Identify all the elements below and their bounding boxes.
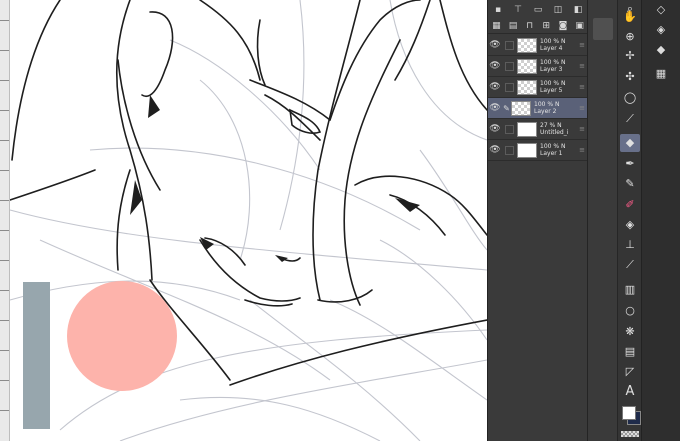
eye-icon[interactable]: 👁	[488, 124, 502, 134]
layer-name: Layer 2	[534, 108, 557, 115]
layer-name: Layer 5	[540, 87, 563, 94]
eyedropper-icon[interactable]: ⟋	[620, 110, 640, 128]
layer-row[interactable]: 👁 100 % N Layer 3 ≡	[488, 56, 588, 77]
layer-toolbar-bottom: ▦ ▤ ⊓ ⊞ ◙ ▣	[488, 18, 588, 34]
layer-toolbar-top: ▪ ⊤ ▭ ◫ ◧	[488, 2, 588, 17]
layer-row[interactable]: 👁 27 % N Untitled_i ≡	[488, 119, 588, 140]
reference-icon[interactable]: ◫	[554, 5, 563, 14]
vertical-ruler	[0, 0, 10, 441]
mask-icon[interactable]: ◧	[574, 5, 583, 14]
layer-menu-icon[interactable]: ≡	[579, 83, 585, 91]
eye-icon[interactable]: 👁	[488, 82, 502, 92]
transform-icon[interactable]: ✣	[620, 68, 640, 86]
layer-opacity: 100 %	[540, 80, 560, 87]
layer-lock-box[interactable]	[505, 82, 514, 92]
layer-opacity: 27 %	[540, 122, 556, 129]
eye-icon[interactable]: 👁	[488, 145, 502, 155]
layer-menu-icon[interactable]: ≡	[579, 104, 585, 112]
layer-row-active[interactable]: 👁 ✎ 100 % N Layer 2 ≡	[488, 98, 588, 119]
move-layer-icon[interactable]: ⊕	[620, 28, 640, 46]
pen-icon[interactable]: ✒	[620, 155, 640, 173]
eraser-hard-icon[interactable]: ◇	[653, 2, 669, 18]
lasso-icon[interactable]: ◯	[620, 89, 640, 107]
eraser-icon[interactable]: ◆	[620, 134, 640, 152]
layer-opacity: 100 %	[540, 59, 560, 66]
new-folder-icon[interactable]: ▤	[508, 21, 518, 30]
new-layer-icon[interactable]: ▪	[494, 5, 503, 14]
layer-lock-box[interactable]	[505, 40, 514, 50]
layer-row[interactable]: 👁 100 % N Layer 5 ≡	[488, 77, 588, 98]
pencil-icon[interactable]: ⟋	[620, 256, 640, 274]
layer-thumbnail	[517, 142, 537, 158]
navigator-tile[interactable]	[593, 18, 613, 40]
ruler-icon[interactable]: ◸	[620, 363, 640, 381]
transfer-icon[interactable]: ⊞	[542, 21, 551, 30]
shape-icon[interactable]: ○	[620, 302, 640, 320]
layer-lock-box[interactable]	[505, 61, 514, 71]
edit-pen-icon: ✎	[503, 103, 510, 113]
foreground-color[interactable]	[622, 406, 636, 420]
navigator-strip	[587, 0, 618, 441]
airbrush-icon[interactable]: ✐	[620, 196, 640, 214]
layer-mode: N	[557, 122, 562, 129]
hand-icon[interactable]: ✋	[620, 8, 640, 26]
canvas-rect-swatch	[23, 282, 50, 429]
new-vector-icon[interactable]: ⊤	[514, 5, 523, 14]
layer-menu-icon[interactable]: ≡	[579, 41, 585, 49]
layer-thumbnail	[517, 37, 537, 53]
frame-icon[interactable]: ▤	[620, 343, 640, 361]
layer-name: Layer 3	[540, 66, 563, 73]
layer-menu-icon[interactable]: ≡	[579, 146, 585, 154]
layer-name: Layer 1	[540, 150, 563, 157]
gradient-icon[interactable]: ▥	[620, 281, 640, 299]
layer-name: Layer 4	[540, 45, 563, 52]
layer-list: 👁 100 % N Layer 4 ≡ 👁 100 % N Layer 3 ≡ …	[488, 35, 588, 161]
brush-icon[interactable]: ✎	[620, 175, 640, 193]
layer-opacity: 100 %	[540, 38, 560, 45]
layer-mode: N	[560, 80, 566, 87]
layer-thumbnail	[511, 100, 531, 116]
layer-mode: N	[560, 143, 566, 150]
layer-mode: N	[560, 38, 566, 45]
layer-thumbnail	[517, 121, 537, 137]
canvas-circle-swatch	[67, 281, 177, 391]
layer-opacity: 100 %	[534, 101, 554, 108]
layer-thumbnail	[517, 58, 537, 74]
layer-lock-box[interactable]	[505, 145, 514, 155]
lock-icon[interactable]: ⊓	[525, 21, 534, 30]
layer-row[interactable]: 👁 100 % N Layer 4 ≡	[488, 35, 588, 56]
layer-opacity: 100 %	[540, 143, 560, 150]
layer-panel: ▪ ⊤ ▭ ◫ ◧ ▦ ▤ ⊓ ⊞ ◙ ▣ 👁 100 % N Layer 4 …	[487, 0, 588, 441]
layer-row[interactable]: 👁 100 % N Layer 1 ≡	[488, 140, 588, 161]
stamp-icon[interactable]: ⊥	[620, 236, 640, 254]
drawing-canvas[interactable]	[0, 0, 487, 441]
fill-icon[interactable]: ◈	[620, 216, 640, 234]
eraser-vector-icon[interactable]: ◆	[653, 42, 669, 58]
grid-icon[interactable]: ▦	[653, 66, 669, 82]
move-icon[interactable]: ✢	[620, 47, 640, 65]
layer-menu-icon[interactable]: ≡	[579, 125, 585, 133]
mask-add-icon[interactable]: ◙	[558, 21, 568, 30]
layer-lock-box[interactable]	[505, 124, 514, 134]
sketch-artwork	[9, 0, 487, 441]
eye-icon[interactable]: 👁	[488, 61, 502, 71]
new-raster-icon[interactable]: ▦	[492, 21, 501, 30]
tool-palette: ⌕ ✋ ⊕ ✢ ✣ ◯ ⟋ ◆ ✒ ✎ ✐ ◈ ⊥ ⟋ ▥ ○ ❋ ▤ ◸ A	[617, 0, 642, 441]
layer-thumbnail	[517, 79, 537, 95]
layer-menu-icon[interactable]: ≡	[579, 62, 585, 70]
delete-icon[interactable]: ▣	[575, 21, 584, 30]
blend-icon[interactable]: ❋	[620, 323, 640, 341]
eraser-soft-icon[interactable]: ◈	[653, 22, 669, 38]
clipping-icon[interactable]: ▭	[534, 5, 543, 14]
eye-icon[interactable]: 👁	[488, 40, 502, 50]
layer-mode: N	[560, 59, 566, 66]
layer-mode: N	[554, 101, 560, 108]
eye-icon[interactable]: 👁	[488, 103, 502, 113]
transparent-color[interactable]	[621, 431, 639, 437]
layer-name: Untitled_i	[540, 129, 569, 136]
color-swatch[interactable]	[618, 398, 642, 441]
sub-tool-palette: ◇ ◈ ◆ ▦	[641, 0, 680, 441]
